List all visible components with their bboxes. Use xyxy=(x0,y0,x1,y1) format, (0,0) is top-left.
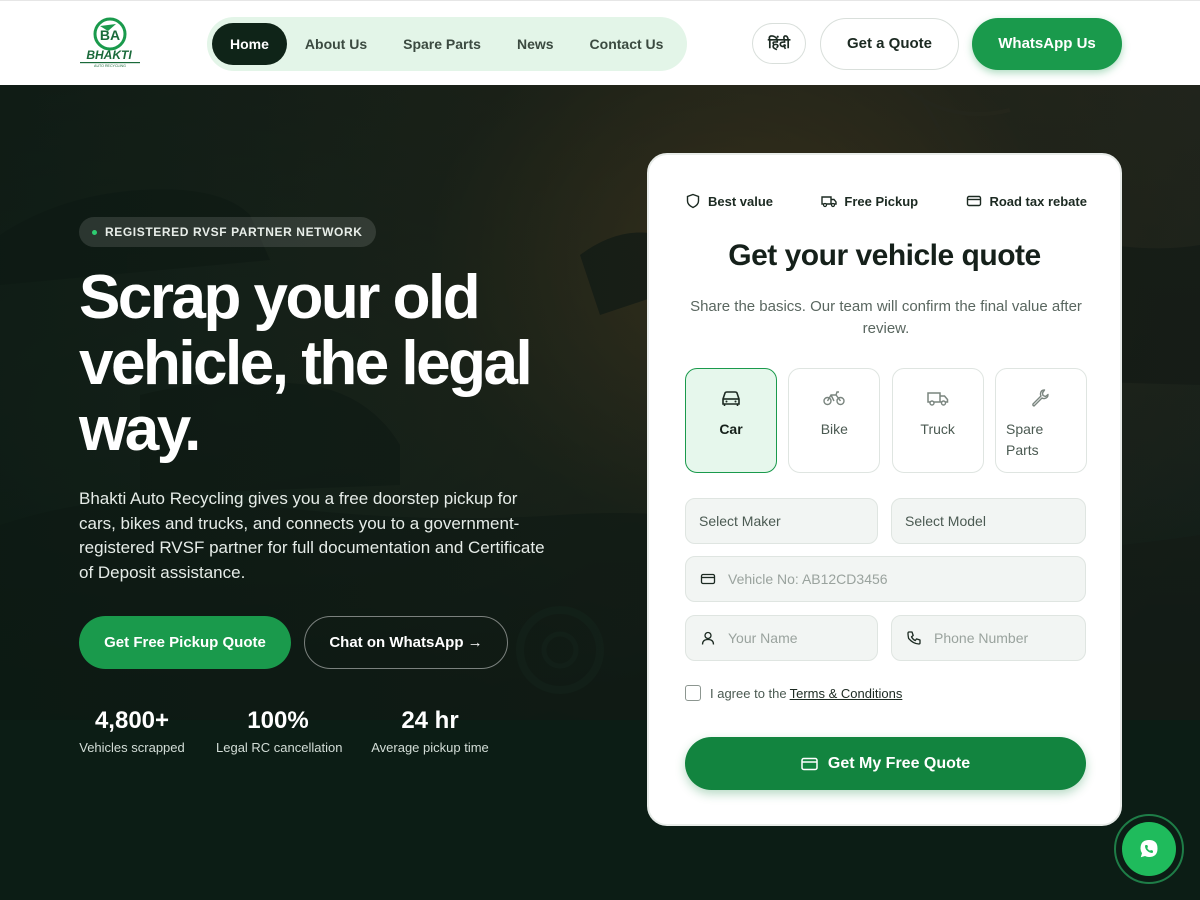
whatsapp-button[interactable]: WhatsApp Us xyxy=(972,18,1122,70)
maker-select[interactable]: Select Maker xyxy=(685,498,878,544)
hero-subtext: Bhakti Auto Recycling gives you a free d… xyxy=(79,489,545,582)
terms-agreement: I agree to the Terms & Conditions xyxy=(685,685,902,701)
truck-icon xyxy=(821,196,838,208)
phone-field[interactable]: Phone Number xyxy=(891,615,1086,661)
svg-text:BA: BA xyxy=(100,27,120,43)
perk-free-pickup: Free Pickup xyxy=(821,193,918,209)
wrench-icon xyxy=(1032,389,1049,407)
name-field[interactable]: Your Name xyxy=(685,615,878,661)
terms-checkbox[interactable] xyxy=(685,685,701,701)
perk-road-tax-rebate: Road tax rebate xyxy=(966,193,1087,209)
svg-text:AUTO RECYCLING: AUTO RECYCLING xyxy=(94,64,126,68)
free-pickup-quote-button[interactable]: Get Free Pickup Quote xyxy=(79,616,291,669)
card-subtitle: Share the basics. Our team will confirm … xyxy=(690,298,1082,337)
stat-pickup-time: 24 hr Average pickup time xyxy=(371,706,489,755)
stat-value: 24 hr xyxy=(401,707,459,734)
card-title: Get your vehicle quote xyxy=(728,239,1041,272)
vehicle-type-truck[interactable]: Truck xyxy=(891,368,984,473)
card-icon xyxy=(801,757,818,770)
shield-icon xyxy=(686,193,700,209)
vehicle-type-car[interactable]: Car xyxy=(685,368,777,473)
main-nav: Home About Us Spare Parts News Contact U… xyxy=(207,17,687,71)
car-icon xyxy=(722,391,740,406)
vehicle-number-field[interactable]: Vehicle No: AB12CD3456 xyxy=(685,556,1086,602)
language-toggle-button[interactable]: हिंदी xyxy=(752,23,806,64)
stat-value: 4,800+ xyxy=(94,707,170,734)
stat-label: Average pickup time xyxy=(371,740,489,755)
vehicle-quote-card: Best value Free Pickup Road tax rebate G… xyxy=(647,153,1122,826)
floating-whatsapp-button[interactable] xyxy=(1114,814,1184,884)
stat-value: 100% xyxy=(247,707,309,734)
site-header: BA BHAKTI AUTO RECYCLING Home About Us S… xyxy=(0,0,1200,85)
card-icon xyxy=(700,573,716,585)
hero-headline: Scrap your old vehicle, the legal way. xyxy=(79,263,533,464)
vehicle-type-bike[interactable]: Bike xyxy=(788,368,881,473)
nav-news[interactable]: News xyxy=(499,23,572,65)
nav-spare-parts[interactable]: Spare Parts xyxy=(385,23,499,65)
model-select[interactable]: Select Model xyxy=(891,498,1086,544)
stat-vehicles-scrapped: 4,800+ Vehicles scrapped xyxy=(79,706,185,755)
whatsapp-icon xyxy=(1140,840,1158,858)
truck-icon xyxy=(926,392,948,406)
stat-label: Legal RC cancellation xyxy=(216,740,343,755)
vehicle-type-spare-parts[interactable]: Spare Parts xyxy=(994,368,1087,473)
vehicle-type-selector: Car Bike Truck Spare Parts xyxy=(685,368,1087,473)
nav-about-us[interactable]: About Us xyxy=(287,23,385,65)
bhakti-logo[interactable]: BA BHAKTI AUTO RECYCLING xyxy=(78,17,142,69)
nav-contact-us[interactable]: Contact Us xyxy=(572,23,682,65)
chat-whatsapp-button[interactable]: Chat on WhatsApp → xyxy=(304,616,508,669)
stat-rc-cancellation: 100% Legal RC cancellation xyxy=(216,706,343,755)
perk-best-value: Best value xyxy=(685,193,773,209)
terms-link[interactable]: Terms & Conditions xyxy=(790,686,903,701)
user-icon xyxy=(701,631,715,645)
logo-brand-text: BHAKTI xyxy=(86,48,132,62)
stat-label: Vehicles scrapped xyxy=(79,740,185,755)
phone-icon xyxy=(907,631,921,645)
rvsf-badge: REGISTERED RVSF PARTNER NETWORK xyxy=(79,217,376,247)
perks-row: Best value Free Pickup Road tax rebate xyxy=(685,193,1087,209)
card-icon xyxy=(967,195,982,207)
get-quote-button[interactable]: Get a Quote xyxy=(820,18,959,70)
get-free-quote-submit-button[interactable]: Get My Free Quote xyxy=(685,737,1086,790)
nav-home[interactable]: Home xyxy=(212,23,287,65)
bike-icon xyxy=(823,391,846,406)
badge-dot-icon xyxy=(92,230,97,235)
